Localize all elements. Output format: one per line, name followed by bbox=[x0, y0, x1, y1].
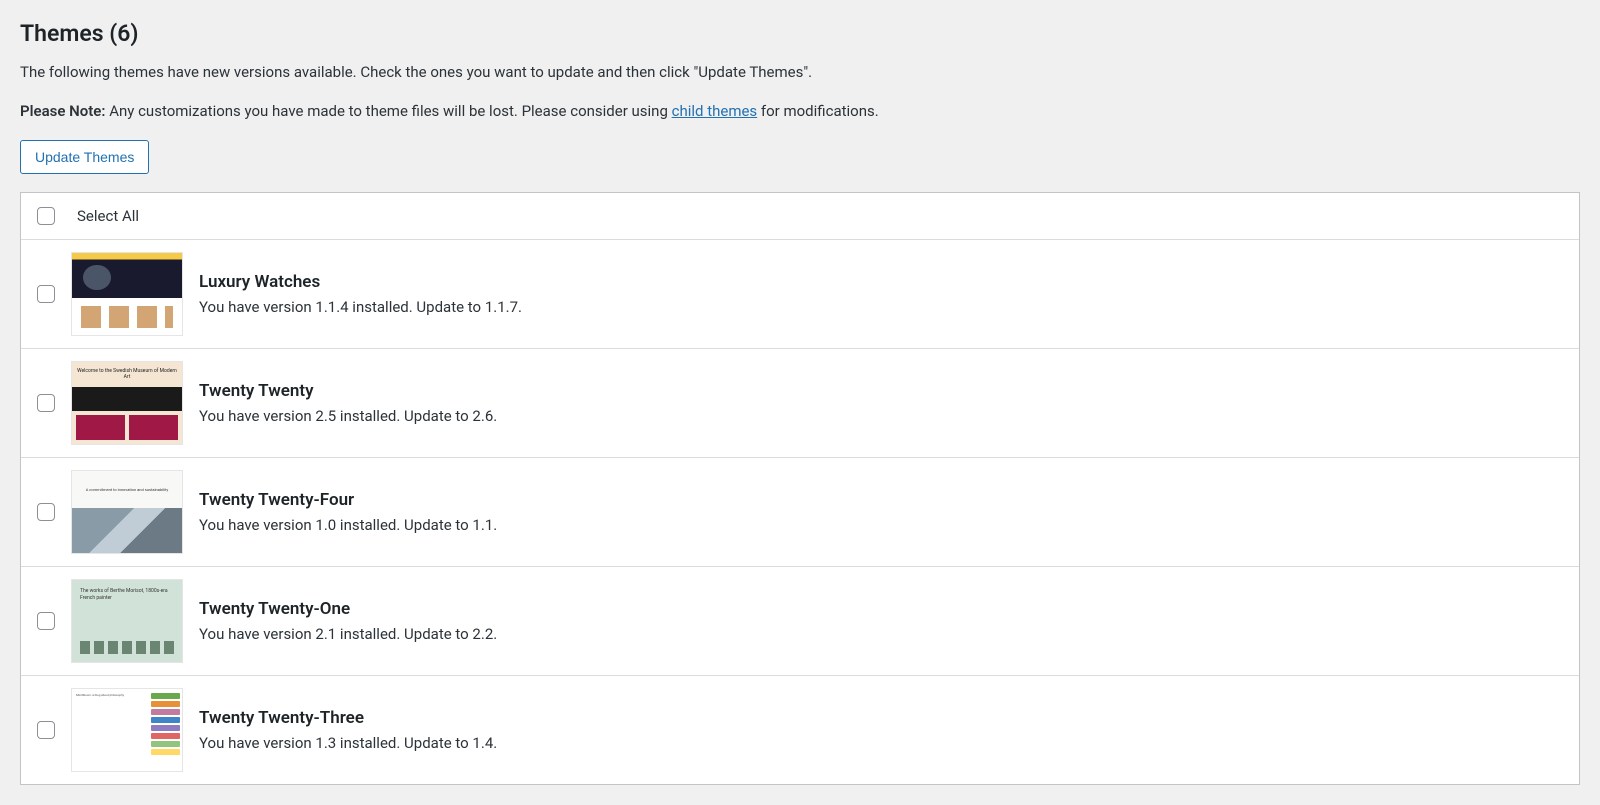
thumb-text: Mindblown: a blog about philosophy bbox=[72, 689, 149, 771]
theme-name: Twenty Twenty-Three bbox=[199, 708, 1563, 728]
theme-thumbnail: A commitment to innovation and sustainab… bbox=[71, 470, 183, 554]
page-title: Themes (6) bbox=[20, 20, 1580, 47]
theme-version-text: You have version 1.3 installed. Update t… bbox=[199, 734, 1563, 752]
theme-name: Twenty Twenty bbox=[199, 381, 1563, 401]
theme-row: Luxury Watches You have version 1.1.4 in… bbox=[21, 240, 1579, 349]
thumb-text: Welcome to the Swedish Museum of Modern … bbox=[72, 362, 182, 387]
theme-thumbnail: Mindblown: a blog about philosophy bbox=[71, 688, 183, 772]
theme-info: Twenty Twenty-One You have version 2.1 i… bbox=[199, 599, 1563, 643]
theme-thumbnail bbox=[71, 252, 183, 336]
note-prefix: Please Note: bbox=[20, 102, 105, 120]
thumb-text: The works of Berthe Morisot, 1800s-era F… bbox=[80, 588, 174, 641]
note-text-before: Any customizations you have made to them… bbox=[105, 102, 671, 120]
theme-row: Mindblown: a blog about philosophy Twent… bbox=[21, 676, 1579, 784]
theme-info: Twenty Twenty-Four You have version 1.0 … bbox=[199, 490, 1563, 534]
theme-info: Twenty Twenty You have version 2.5 insta… bbox=[199, 381, 1563, 425]
theme-version-text: You have version 1.1.4 installed. Update… bbox=[199, 298, 1563, 316]
theme-version-text: You have version 1.0 installed. Update t… bbox=[199, 516, 1563, 534]
table-header-row: Select All bbox=[21, 193, 1579, 240]
themes-note: Please Note: Any customizations you have… bbox=[20, 100, 1580, 123]
theme-checkbox[interactable] bbox=[37, 394, 55, 412]
theme-checkbox[interactable] bbox=[37, 285, 55, 303]
theme-thumbnail: Welcome to the Swedish Museum of Modern … bbox=[71, 361, 183, 445]
theme-name: Luxury Watches bbox=[199, 272, 1563, 292]
select-all-label[interactable]: Select All bbox=[77, 207, 139, 225]
child-themes-link[interactable]: child themes bbox=[672, 102, 758, 120]
theme-version-text: You have version 2.5 installed. Update t… bbox=[199, 407, 1563, 425]
theme-row: The works of Berthe Morisot, 1800s-era F… bbox=[21, 567, 1579, 676]
theme-row: Welcome to the Swedish Museum of Modern … bbox=[21, 349, 1579, 458]
theme-checkbox[interactable] bbox=[37, 721, 55, 739]
theme-row: A commitment to innovation and sustainab… bbox=[21, 458, 1579, 567]
themes-table: Select All Luxury Watches You have versi… bbox=[20, 192, 1580, 785]
theme-thumbnail: The works of Berthe Morisot, 1800s-era F… bbox=[71, 579, 183, 663]
note-text-after: for modifications. bbox=[757, 102, 879, 120]
theme-name: Twenty Twenty-Four bbox=[199, 490, 1563, 510]
theme-info: Twenty Twenty-Three You have version 1.3… bbox=[199, 708, 1563, 752]
select-all-checkbox[interactable] bbox=[37, 207, 55, 225]
theme-version-text: You have version 2.1 installed. Update t… bbox=[199, 625, 1563, 643]
theme-name: Twenty Twenty-One bbox=[199, 599, 1563, 619]
update-themes-button[interactable]: Update Themes bbox=[20, 140, 149, 174]
themes-description: The following themes have new versions a… bbox=[20, 61, 1580, 84]
theme-checkbox[interactable] bbox=[37, 612, 55, 630]
theme-info: Luxury Watches You have version 1.1.4 in… bbox=[199, 272, 1563, 316]
theme-checkbox[interactable] bbox=[37, 503, 55, 521]
thumb-text: A commitment to innovation and sustainab… bbox=[72, 471, 182, 508]
